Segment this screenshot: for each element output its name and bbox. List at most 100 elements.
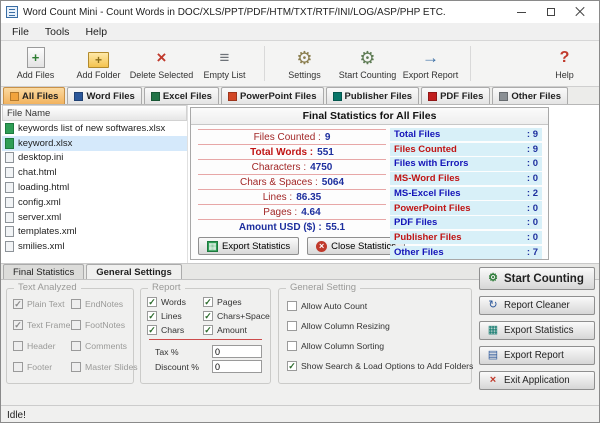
- checkbox-box: ✓: [203, 325, 213, 335]
- settings-button[interactable]: ⚙ Settings: [273, 43, 336, 84]
- help-button[interactable]: ? Help: [533, 43, 596, 84]
- tab-publisher-files[interactable]: Publisher Files: [326, 87, 420, 104]
- checkbox-allow-column-sorting[interactable]: Allow Column Sorting: [287, 341, 465, 351]
- file-name: keywords list of new softwares.xlsx: [18, 123, 165, 134]
- list-item[interactable]: config.xml: [2, 195, 187, 210]
- tab-general-settings[interactable]: General Settings: [86, 264, 182, 279]
- list-item[interactable]: keywords list of new softwares.xlsx: [2, 121, 187, 136]
- file-list-header[interactable]: File Name: [2, 105, 187, 121]
- checkbox-footer[interactable]: Footer: [13, 362, 71, 372]
- stat-row: Amount USD ($) :55.1: [198, 220, 386, 235]
- excel-file-icon: [5, 138, 14, 149]
- export-report-action-button[interactable]: ▤ Export Report: [479, 346, 595, 365]
- statistics-summary: Files Counted :9 Total Words :551 Charac…: [198, 129, 386, 235]
- checkbox-box: ✓: [147, 297, 157, 307]
- export-report-button[interactable]: → Export Report: [399, 43, 462, 84]
- general-setting-group: General Setting Allow Auto Count Allow C…: [278, 288, 472, 384]
- checkbox-lines[interactable]: ✓Lines: [147, 311, 203, 321]
- add-folder-icon: +: [88, 52, 109, 68]
- file-type-stat-row: PowerPoint Files: 0: [390, 201, 542, 214]
- group-title: Text Analyzed: [14, 282, 81, 293]
- file-type-statistics: Total Files: 9 Files Counted: 9 Files wi…: [390, 128, 542, 259]
- tax-input[interactable]: [212, 345, 262, 358]
- delete-selected-label: Delete Selected: [130, 70, 194, 80]
- menu-tools[interactable]: Tools: [37, 24, 78, 40]
- tab-label: Other Files: [511, 91, 561, 102]
- maximize-button[interactable]: [536, 2, 565, 22]
- empty-list-label: Empty List: [203, 70, 245, 80]
- file-name: loading.html: [18, 182, 69, 193]
- checkbox-endnotes[interactable]: EndNotes: [71, 299, 138, 309]
- checkbox-words[interactable]: ✓Words: [147, 297, 203, 307]
- export-statistics-label: Export Statistics: [222, 241, 290, 252]
- list-item[interactable]: chat.html: [2, 165, 187, 180]
- tab-label: Publisher Files: [345, 91, 413, 102]
- export-statistics-action-button[interactable]: ▦ Export Statistics: [479, 321, 595, 340]
- checkbox-amount[interactable]: ✓Amount: [203, 325, 270, 335]
- list-item[interactable]: smilies.xml: [2, 239, 187, 254]
- file-type-stat-row: Files Counted: 9: [390, 143, 542, 156]
- checkbox-allow-auto-count[interactable]: Allow Auto Count: [287, 301, 465, 311]
- toolbar: + Add Files + Add Folder × Delete Select…: [1, 41, 599, 87]
- checkbox-plain-text[interactable]: ✓Plain Text: [13, 299, 71, 309]
- tab-word-files[interactable]: Word Files: [67, 87, 141, 104]
- checkbox-footnotes[interactable]: FootNotes: [71, 320, 138, 330]
- title-bar: Word Count Mini - Count Words in DOC/XLS…: [1, 1, 599, 23]
- list-item[interactable]: desktop.ini: [2, 151, 187, 166]
- checkbox-box: [287, 301, 297, 311]
- toolbar-separator: [470, 46, 471, 81]
- list-item[interactable]: server.xml: [2, 210, 187, 225]
- list-item[interactable]: templates.xml: [2, 225, 187, 240]
- file-list: File Name keywords list of new softwares…: [2, 105, 188, 263]
- start-counting-label: Start Counting: [339, 70, 397, 80]
- menu-help[interactable]: Help: [77, 24, 115, 40]
- close-button[interactable]: [565, 2, 594, 22]
- window-controls: [507, 2, 594, 22]
- checkbox-text-frame[interactable]: ✓Text Frame: [13, 320, 71, 330]
- checkbox-header[interactable]: Header: [13, 341, 71, 351]
- export-statistics-button[interactable]: ▦ Export Statistics: [198, 237, 299, 255]
- tab-pdf-files[interactable]: PDF Files: [421, 87, 490, 104]
- discount-input[interactable]: [212, 360, 262, 373]
- checkbox-comments[interactable]: Comments: [71, 341, 138, 351]
- start-counting-action-button[interactable]: ⚙ Start Counting: [479, 267, 595, 290]
- checkbox-allow-column-resizing[interactable]: Allow Column Resizing: [287, 321, 465, 331]
- tab-other-files[interactable]: Other Files: [492, 87, 568, 104]
- file-icon: [5, 212, 14, 223]
- tab-all-files[interactable]: All Files: [3, 87, 65, 104]
- tab-label: All Files: [22, 91, 58, 102]
- checkbox-box: [13, 341, 23, 351]
- report-cleaner-label: Report Cleaner: [504, 300, 570, 311]
- add-folder-button[interactable]: + Add Folder: [67, 43, 130, 84]
- exit-application-button[interactable]: × Exit Application: [479, 371, 595, 390]
- file-type-stat-row: Other Files: 7: [390, 246, 542, 259]
- close-icon: [575, 7, 585, 17]
- checkbox-chars[interactable]: ✓Chars: [147, 325, 203, 335]
- report-cleaner-button[interactable]: ↻ Report Cleaner: [479, 296, 595, 315]
- checkbox-box: [71, 320, 81, 330]
- menu-file[interactable]: File: [4, 24, 37, 40]
- minimize-button[interactable]: [507, 2, 536, 22]
- file-name: chat.html: [18, 167, 57, 178]
- checkbox-master-slides[interactable]: Master Slides: [71, 362, 138, 372]
- powerpoint-icon: [228, 92, 237, 101]
- list-item[interactable]: keyword.xlsx: [2, 136, 187, 151]
- add-files-button[interactable]: + Add Files: [4, 43, 67, 84]
- start-counting-label: Start Counting: [504, 273, 584, 285]
- tab-label: Word Files: [86, 91, 134, 102]
- checkbox-pages[interactable]: ✓Pages: [203, 297, 270, 307]
- publisher-icon: [333, 92, 342, 101]
- tab-powerpoint-files[interactable]: PowerPoint Files: [221, 87, 324, 104]
- checkbox-show-search-load-options[interactable]: ✓Show Search & Load Options to Add Folde…: [287, 361, 465, 371]
- list-item[interactable]: loading.html: [2, 180, 187, 195]
- delete-icon: ×: [150, 46, 174, 69]
- tab-excel-files[interactable]: Excel Files: [144, 87, 219, 104]
- start-counting-button[interactable]: ⚙ Start Counting: [336, 43, 399, 84]
- checkbox-chars-space[interactable]: ✓Chars+Space: [203, 311, 270, 321]
- statistics-title: Final Statistics for All Files: [191, 108, 548, 125]
- file-type-stat-row: MS-Word Files: 0: [390, 172, 542, 185]
- delete-selected-button[interactable]: × Delete Selected: [130, 43, 193, 84]
- text-analyzed-group: Text Analyzed ✓Plain Text EndNotes ✓Text…: [6, 288, 134, 384]
- empty-list-button[interactable]: ≡ Empty List: [193, 43, 256, 84]
- tab-final-statistics[interactable]: Final Statistics: [3, 264, 84, 279]
